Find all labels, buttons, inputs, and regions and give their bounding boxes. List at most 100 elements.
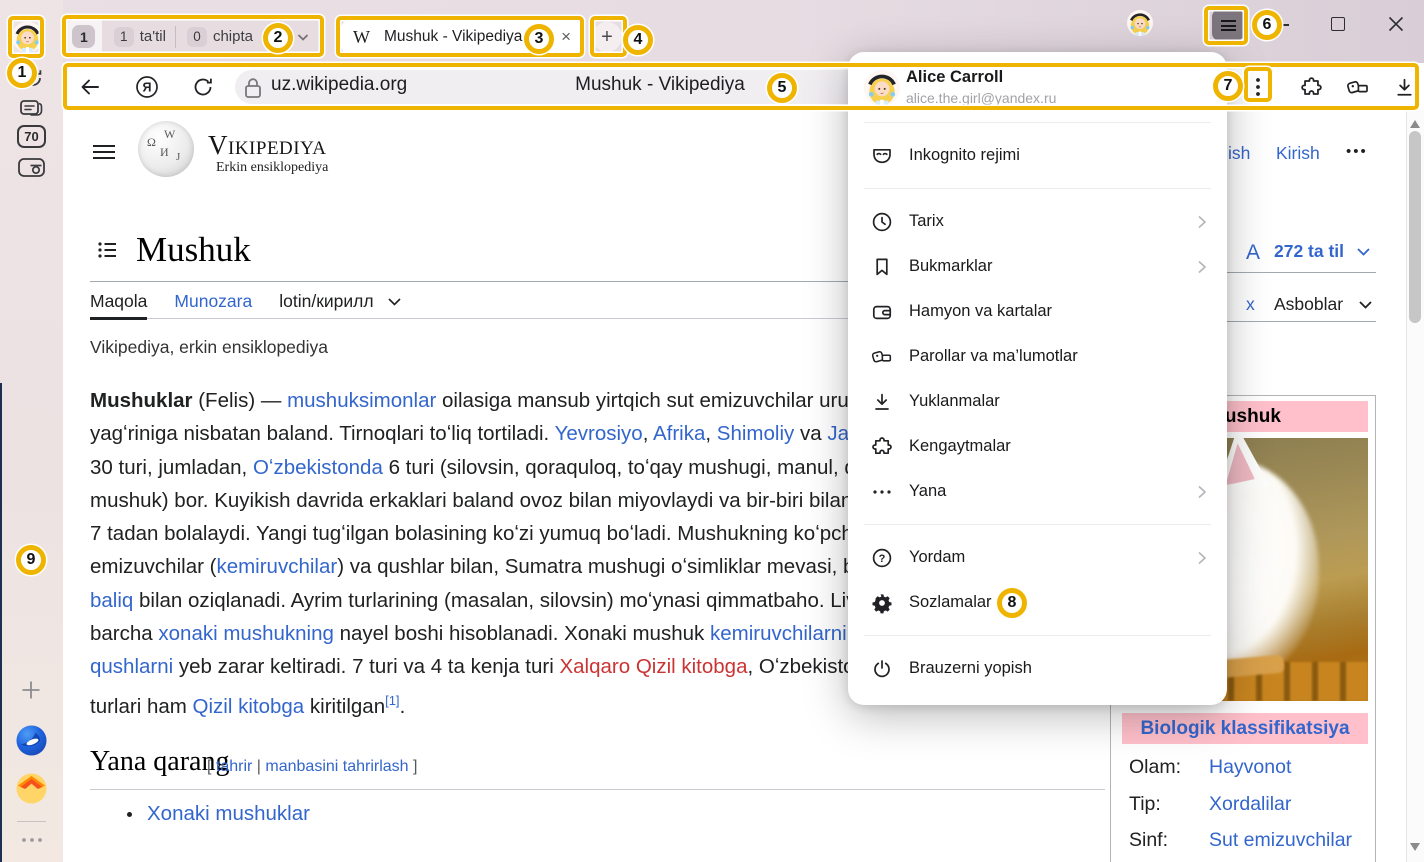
- tab-group-segments[interactable]: 1ta'til 0 chipta: [102, 26, 253, 48]
- menu-item-bookmarks[interactable]: Bukmarklar: [848, 244, 1227, 289]
- callout-number-7: 7: [1213, 71, 1243, 101]
- article-link[interactable]: Afrika: [653, 422, 705, 445]
- clock-icon: [870, 210, 894, 234]
- edit-link[interactable]: tahrir: [216, 758, 252, 775]
- tab-maqola[interactable]: Maqola: [90, 291, 147, 312]
- account-link-clipped[interactable]: ish: [1228, 143, 1250, 164]
- sidebar-add-icon[interactable]: [20, 679, 42, 701]
- classification-value-link[interactable]: Xordalilar: [1209, 793, 1291, 816]
- article-link[interactable]: qushlarni: [90, 655, 173, 678]
- titlebar-avatar[interactable]: [1127, 10, 1153, 36]
- see-also-link[interactable]: Xonaki mushuklar: [147, 802, 310, 826]
- profile-dropdown: Alice Carroll alice.the.girl@yandex.ru I…: [848, 52, 1227, 705]
- tab-lotin[interactable]: lotin/кирилл: [279, 291, 373, 312]
- segment-count: 0: [187, 27, 207, 47]
- menu-item-extensions[interactable]: Kengaytmalar: [848, 424, 1227, 469]
- extensions-icon[interactable]: [1299, 75, 1324, 100]
- tools-button[interactable]: Asboblar: [1274, 294, 1343, 315]
- toc-icon[interactable]: [98, 241, 116, 259]
- article-link[interactable]: mushuksimonlar: [287, 389, 436, 412]
- menu-item-label: Parollar va ma’lumotlar: [909, 347, 1211, 366]
- passwords-icon[interactable]: [1345, 75, 1371, 100]
- scrollbar-thumb[interactable]: [1409, 131, 1421, 323]
- key-icon: [870, 345, 894, 369]
- article-link[interactable]: kemiruvchilar: [216, 555, 337, 578]
- scroll-down-icon[interactable]: [1410, 843, 1420, 851]
- article-link[interactable]: [1]: [385, 693, 399, 708]
- pinned-tab-chip[interactable]: 1: [66, 19, 102, 54]
- menu-items: Inkognito rejimi TarixBukmarklarHamyon va…: [848, 133, 1227, 691]
- tab-counter-badge[interactable]: 70: [17, 125, 46, 148]
- profile-avatar[interactable]: [864, 70, 900, 106]
- callout-number-8: 8: [997, 588, 1027, 618]
- article-link[interactable]: Qizil kitobga: [193, 695, 305, 718]
- sidebar-more-icon[interactable]: [20, 836, 44, 844]
- tab-group-segment[interactable]: 1ta'til: [114, 27, 166, 47]
- close-button[interactable]: [1387, 15, 1405, 33]
- back-icon[interactable]: [77, 74, 103, 100]
- kebab-menu-icon[interactable]: [1249, 74, 1267, 100]
- downloads-icon[interactable]: [1392, 75, 1417, 100]
- article-link[interactable]: Xalqaro Qizil kitobga: [559, 655, 747, 678]
- chevron-down-icon[interactable]: [387, 297, 402, 307]
- sidebar-divider: [17, 821, 46, 822]
- tools-chevron-icon[interactable]: [1358, 300, 1373, 310]
- new-tab-button[interactable]: +: [592, 22, 622, 52]
- maximize-button[interactable]: [1331, 17, 1345, 31]
- menu-item-settings[interactable]: Sozlamalar: [848, 580, 1227, 625]
- sidebar-profile-avatar[interactable]: [12, 20, 43, 54]
- menu-item-passwords[interactable]: Parollar va ma’lumotlar: [848, 334, 1227, 379]
- edit-source-link[interactable]: manbasini tahrirlash: [265, 758, 408, 775]
- menu-item-downloads[interactable]: Yuklanmalar: [848, 379, 1227, 424]
- body-line: Mushuklar (Felis) — mushuksimonlar oilas…: [90, 384, 872, 417]
- languages-button[interactable]: 272 ta til: [1274, 241, 1344, 262]
- yandex-mail-logo[interactable]: [16, 773, 47, 804]
- edit-section-links: [ tahrir | manbasini tahrirlash ]: [207, 758, 417, 776]
- yandex-search-icon[interactable]: Я: [134, 74, 160, 100]
- callout-number-9: 9: [16, 545, 46, 575]
- tab-group-segment[interactable]: 0 chipta: [187, 27, 253, 47]
- menu-item-more[interactable]: Yana: [848, 469, 1227, 514]
- segment-label: chipta: [213, 28, 253, 45]
- wikipedia-logo[interactable]: Ω W И J: [138, 121, 194, 177]
- article-link[interactable]: Yevrosiyo: [555, 422, 643, 445]
- classification-value-link[interactable]: Hayvonot: [1209, 756, 1291, 779]
- login-link[interactable]: Kirish: [1276, 143, 1320, 164]
- reload-icon[interactable]: [190, 74, 216, 100]
- article-link[interactable]: Oʻzbekistonda: [253, 456, 383, 479]
- section-divider: [90, 789, 1105, 790]
- chevron-down-icon[interactable]: [295, 29, 311, 45]
- feed-icon[interactable]: [18, 96, 45, 120]
- classification-value-link[interactable]: Sut emizuvchilar: [1209, 829, 1352, 852]
- article-link[interactable]: baliq: [90, 589, 133, 612]
- yandex-browser-logo[interactable]: [16, 725, 47, 756]
- menu-item-label: Yuklanmalar: [909, 392, 1211, 411]
- lang-icon-clipped[interactable]: A: [1246, 241, 1260, 265]
- tab-close-icon[interactable]: ×: [561, 27, 571, 47]
- menu-item-wallet[interactable]: Hamyon va kartalar: [848, 289, 1227, 334]
- chevron-right-icon: [1193, 549, 1211, 567]
- wiki-hamburger-icon[interactable]: [92, 144, 116, 160]
- menu-item-quit[interactable]: Brauzerni yopish: [848, 646, 1227, 691]
- wiki-more-icon[interactable]: •••: [1346, 143, 1368, 160]
- menu-item-help[interactable]: ?Yordam: [848, 535, 1227, 580]
- list-bullet: [127, 812, 132, 817]
- scroll-up-icon[interactable]: [1410, 120, 1420, 128]
- bookmark-icon: [870, 255, 894, 279]
- gear-icon: [870, 591, 894, 615]
- article-link[interactable]: kemiruvchilarni: [710, 622, 847, 645]
- body-line: turlari ham Qizil kitobga kiritilgan[1].: [90, 684, 872, 723]
- browser-menu-button[interactable]: [1212, 9, 1244, 41]
- menu-item-incognito[interactable]: Inkognito rejimi: [848, 133, 1227, 178]
- puzzle-icon: [870, 435, 894, 459]
- languages-chevron-icon[interactable]: [1356, 247, 1371, 257]
- classification-header: Biologik klassifikatsiya: [1122, 713, 1368, 744]
- screenshot-icon[interactable]: [16, 155, 47, 180]
- tools-link-clipped[interactable]: x: [1246, 294, 1255, 315]
- article-link[interactable]: xonaki mushukning: [158, 622, 334, 645]
- tab-munozara[interactable]: Munozara: [174, 291, 252, 312]
- menu-item-history[interactable]: Tarix: [848, 199, 1227, 244]
- article-link[interactable]: Shimoliy: [717, 422, 794, 445]
- menu-divider: [864, 188, 1211, 189]
- wiki-wordmark[interactable]: Vikipediya: [208, 130, 326, 161]
